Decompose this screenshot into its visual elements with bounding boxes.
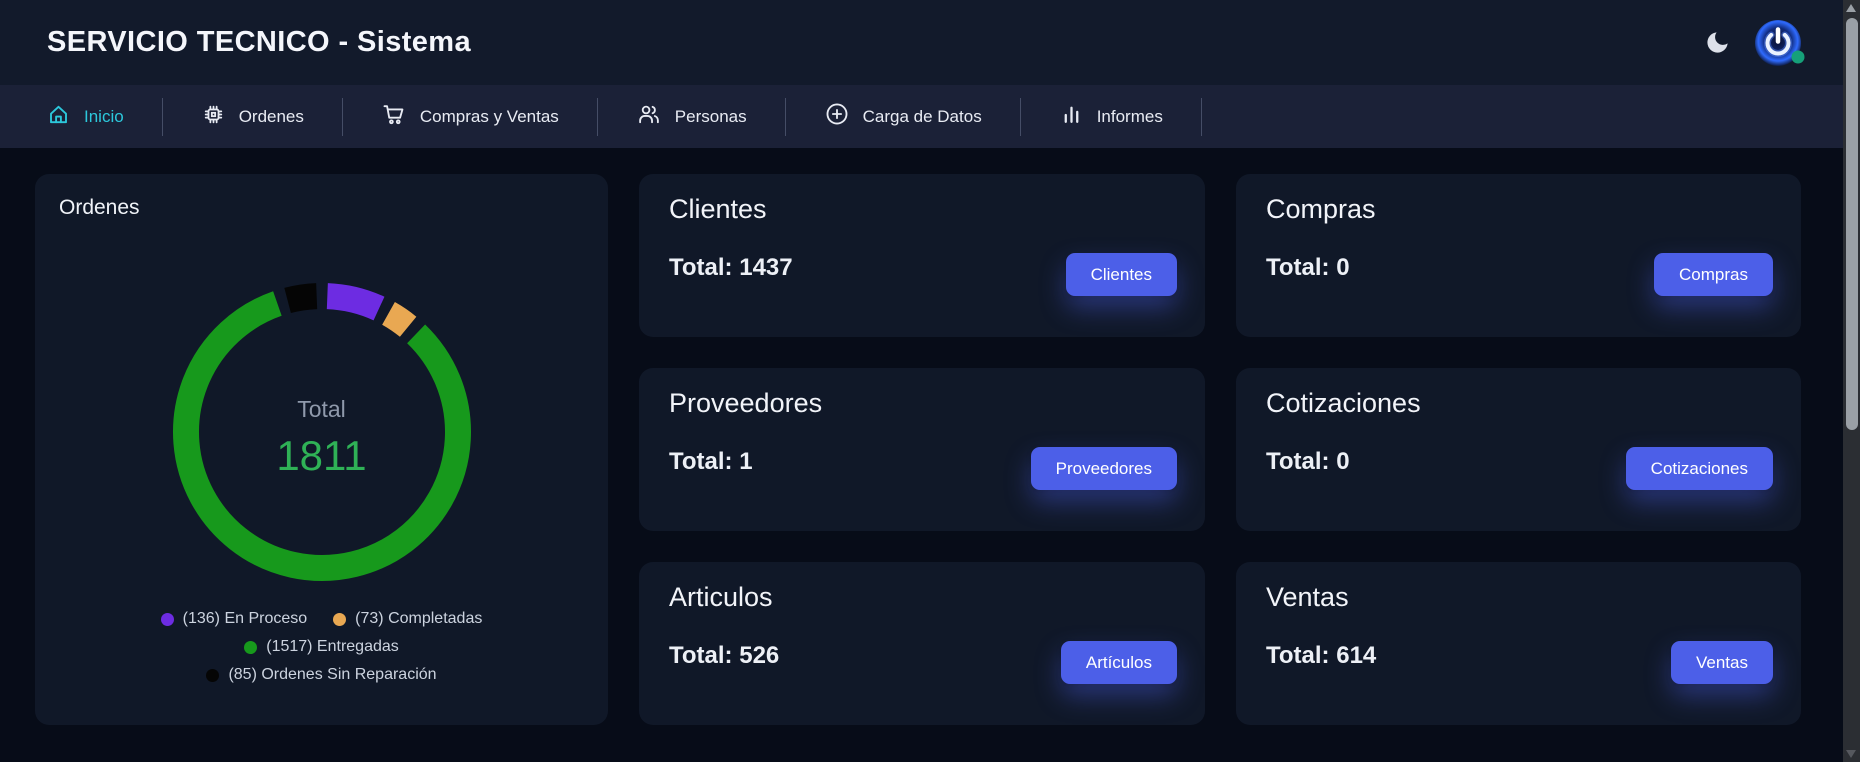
nav-item-label: Personas bbox=[675, 107, 747, 127]
legend-item-completadas: (73) Completadas bbox=[333, 610, 482, 628]
total-prefix: Total: bbox=[669, 254, 733, 281]
legend-label: (1517) Entregadas bbox=[266, 638, 399, 656]
card-total: Total: 1 bbox=[669, 448, 753, 476]
scrollbar-thumb[interactable] bbox=[1846, 18, 1858, 430]
total-value: 1 bbox=[739, 448, 752, 475]
vertical-scrollbar[interactable] bbox=[1843, 0, 1860, 762]
legend-item-entregadas: (1517) Entregadas bbox=[244, 638, 399, 656]
nav-item-ordenes[interactable]: Ordenes bbox=[163, 85, 342, 148]
moon-icon bbox=[1704, 44, 1731, 59]
card-total: Total: 526 bbox=[669, 642, 779, 670]
compras-button[interactable]: Compras bbox=[1654, 253, 1773, 296]
chart-legend: (136) En Proceso (73) Completadas (1517)… bbox=[35, 610, 608, 684]
app-header: SERVICIO TECNICO - Sistema bbox=[0, 0, 1843, 85]
power-session-button[interactable] bbox=[1753, 18, 1803, 68]
cart-icon bbox=[381, 101, 407, 132]
nav-item-personas[interactable]: Personas bbox=[598, 85, 785, 148]
nav-item-label: Carga de Datos bbox=[863, 107, 982, 127]
page-title: SERVICIO TECNICO - Sistema bbox=[47, 26, 471, 59]
proveedores-button[interactable]: Proveedores bbox=[1031, 447, 1177, 490]
total-value: 1437 bbox=[739, 254, 792, 281]
circle-plus-icon bbox=[824, 101, 850, 132]
articulos-card: Articulos Total: 526 Artículos bbox=[639, 562, 1205, 725]
legend-label: (73) Completadas bbox=[355, 610, 482, 628]
total-value: 614 bbox=[1336, 642, 1376, 669]
nav-item-inicio[interactable]: Inicio bbox=[8, 85, 162, 148]
theme-toggle-button[interactable] bbox=[1704, 29, 1731, 56]
bar-chart-icon bbox=[1059, 102, 1084, 132]
home-icon bbox=[46, 102, 71, 132]
ventas-card: Ventas Total: 614 Ventas bbox=[1236, 562, 1801, 725]
scrollbar-up-arrow-icon[interactable] bbox=[1846, 4, 1856, 12]
card-title: Clientes bbox=[669, 194, 767, 225]
card-title: Compras bbox=[1266, 194, 1376, 225]
nav-item-label: Inicio bbox=[84, 107, 124, 127]
nav-item-label: Informes bbox=[1097, 107, 1163, 127]
card-title: Articulos bbox=[669, 582, 773, 613]
total-value: 0 bbox=[1336, 448, 1349, 475]
legend-label: (136) En Proceso bbox=[183, 610, 308, 628]
nav-item-informes[interactable]: Informes bbox=[1021, 85, 1201, 148]
nav-item-compras-y-ventas[interactable]: Compras y Ventas bbox=[343, 85, 597, 148]
legend-dot-sin-reparacion bbox=[206, 669, 219, 682]
legend-dot-entregadas bbox=[244, 641, 257, 654]
card-total: Total: 0 bbox=[1266, 448, 1350, 476]
orders-chart-title: Ordenes bbox=[59, 196, 140, 220]
total-value: 526 bbox=[739, 642, 779, 669]
total-prefix: Total: bbox=[1266, 254, 1330, 281]
chip-icon bbox=[201, 102, 226, 132]
legend-item-en-proceso: (136) En Proceso bbox=[161, 610, 308, 628]
articulos-button[interactable]: Artículos bbox=[1061, 641, 1177, 684]
nav-item-carga-de-datos[interactable]: Carga de Datos bbox=[786, 85, 1020, 148]
orders-donut-chart[interactable] bbox=[162, 272, 482, 592]
cotizaciones-card: Cotizaciones Total: 0 Cotizaciones bbox=[1236, 368, 1801, 531]
stat-column-right: Compras Total: 0 Compras Cotizaciones To… bbox=[1236, 174, 1801, 725]
total-value: 0 bbox=[1336, 254, 1349, 281]
legend-item-sin-reparacion: (85) Ordenes Sin Reparación bbox=[206, 666, 436, 684]
clientes-card: Clientes Total: 1437 Clientes bbox=[639, 174, 1205, 337]
card-title: Cotizaciones bbox=[1266, 388, 1421, 419]
total-prefix: Total: bbox=[669, 448, 733, 475]
proveedores-card: Proveedores Total: 1 Proveedores bbox=[639, 368, 1205, 531]
legend-dot-completadas bbox=[333, 613, 346, 626]
total-prefix: Total: bbox=[1266, 642, 1330, 669]
clientes-button[interactable]: Clientes bbox=[1066, 253, 1177, 296]
card-total: Total: 614 bbox=[1266, 642, 1376, 670]
nav-divider bbox=[1201, 98, 1202, 136]
nav-item-label: Compras y Ventas bbox=[420, 107, 559, 127]
legend-dot-en-proceso bbox=[161, 613, 174, 626]
card-title: Ventas bbox=[1266, 582, 1349, 613]
stat-column-left: Clientes Total: 1437 Clientes Proveedore… bbox=[639, 174, 1205, 725]
ventas-button[interactable]: Ventas bbox=[1671, 641, 1773, 684]
cotizaciones-button[interactable]: Cotizaciones bbox=[1626, 447, 1773, 490]
total-prefix: Total: bbox=[1266, 448, 1330, 475]
card-total: Total: 1437 bbox=[669, 254, 793, 282]
dashboard-content: Ordenes Total 1811 (136) En Proceso (73)… bbox=[35, 148, 1801, 725]
orders-chart-card: Ordenes Total 1811 (136) En Proceso (73)… bbox=[35, 174, 608, 725]
header-actions bbox=[1704, 18, 1803, 68]
compras-card: Compras Total: 0 Compras bbox=[1236, 174, 1801, 337]
online-status-dot bbox=[1791, 50, 1805, 67]
legend-label: (85) Ordenes Sin Reparación bbox=[228, 666, 436, 684]
card-total: Total: 0 bbox=[1266, 254, 1350, 282]
main-nav: Inicio Ordenes Compras y Ventas bbox=[0, 85, 1843, 148]
total-prefix: Total: bbox=[669, 642, 733, 669]
nav-item-label: Ordenes bbox=[239, 107, 304, 127]
scrollbar-down-arrow-icon[interactable] bbox=[1846, 750, 1856, 758]
people-icon bbox=[636, 101, 662, 132]
card-title: Proveedores bbox=[669, 388, 822, 419]
